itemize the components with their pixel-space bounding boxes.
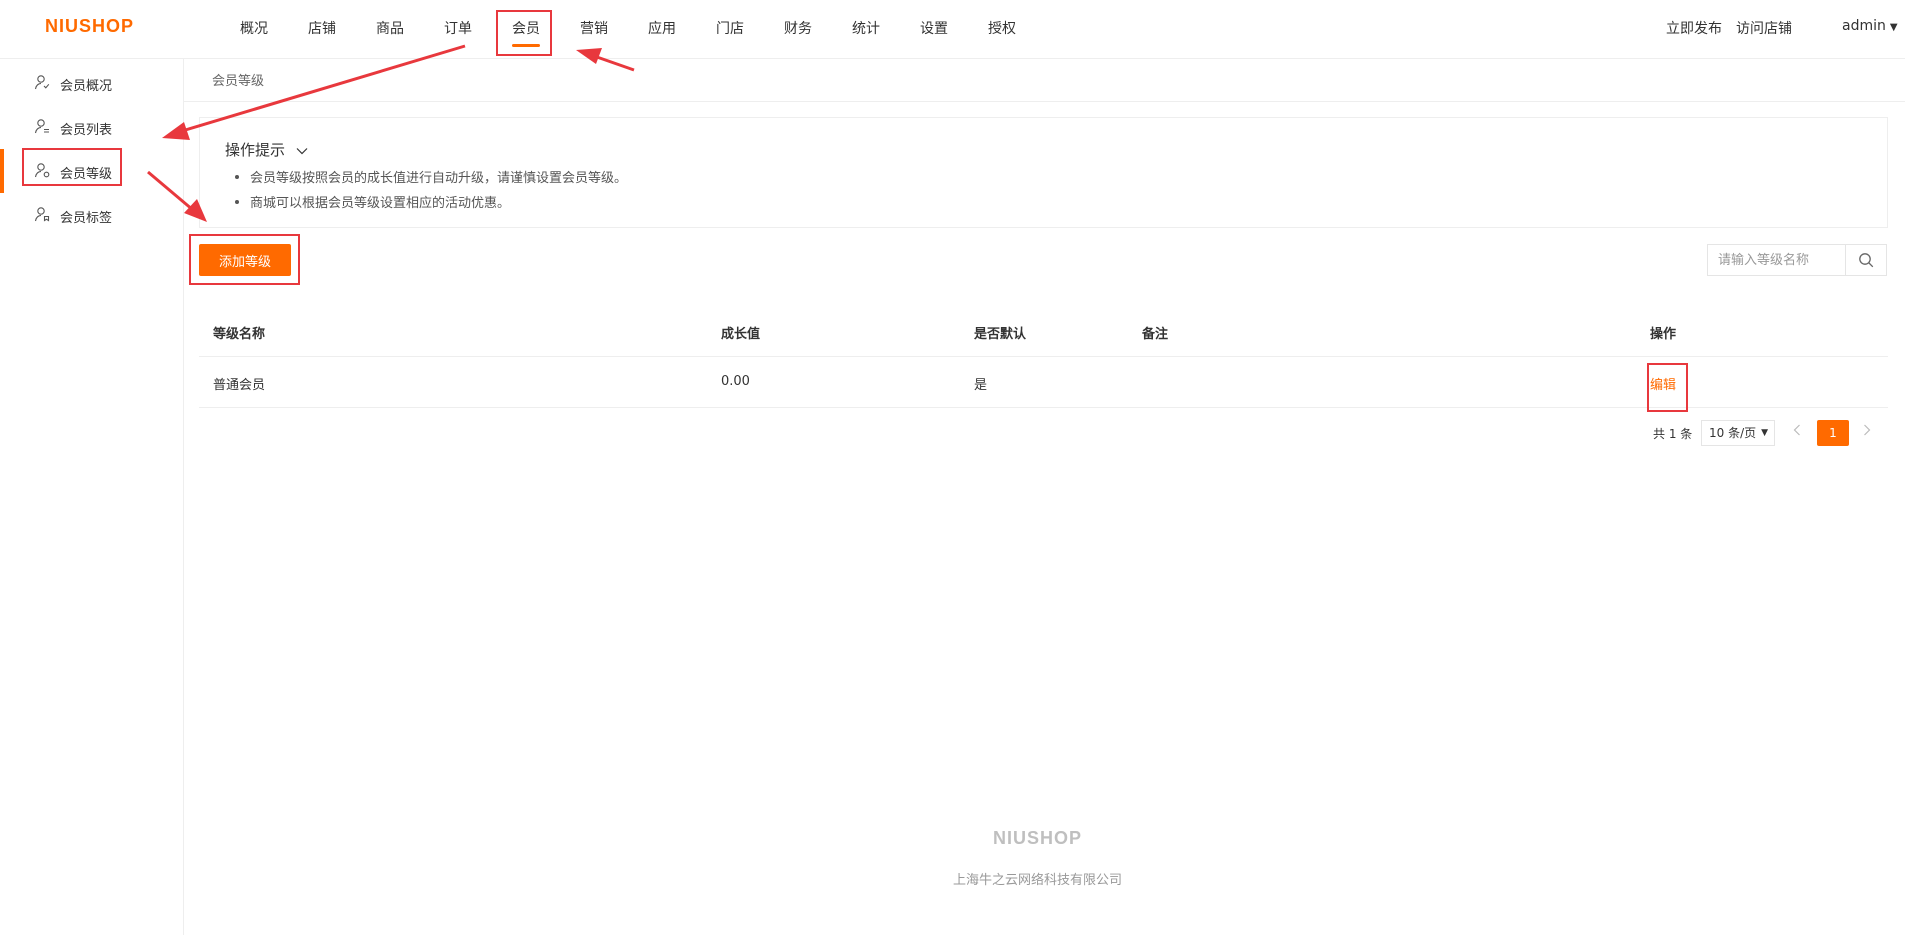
page-button-current[interactable]: 1 bbox=[1817, 420, 1849, 446]
bullet-icon bbox=[235, 200, 239, 204]
sidebar: 会员概况 会员列表 会员等级 会员标签 bbox=[0, 59, 184, 935]
annotation-box-member-level bbox=[22, 148, 122, 186]
footer-company-name: 上海牛之云网络科技有限公司 bbox=[953, 873, 1123, 888]
operation-tips-panel: 操作提示 会员等级按照会员的成长值进行自动升级，请谨慎设置会员等级。 商城可以根… bbox=[199, 117, 1888, 228]
nav-item-overview[interactable]: 概况 bbox=[240, 18, 268, 38]
cell-growth: 0.00 bbox=[721, 374, 750, 389]
level-name-search-input[interactable] bbox=[1708, 245, 1848, 275]
member-level-table: 等级名称 成长值 是否默认 备注 操作 普通会员 0.00 是 编辑 bbox=[199, 310, 1888, 408]
breadcrumb: 会员等级 bbox=[212, 74, 265, 89]
chevron-left-icon bbox=[1793, 424, 1800, 436]
sidebar-item-member-overview[interactable]: 会员概况 bbox=[0, 65, 183, 101]
column-header-level-name: 等级名称 bbox=[213, 327, 266, 342]
prev-page-button[interactable] bbox=[1793, 424, 1801, 440]
breadcrumb-bar: 会员等级 bbox=[184, 59, 1905, 102]
sidebar-item-label: 会员列表 bbox=[60, 123, 113, 138]
search-box bbox=[1707, 244, 1887, 276]
user-overview-icon bbox=[34, 75, 50, 90]
sidebar-active-indicator bbox=[0, 149, 4, 193]
caret-down-icon: ▼ bbox=[1761, 428, 1768, 438]
search-icon bbox=[1859, 253, 1874, 268]
page-size-value: 10 条/页 bbox=[1709, 426, 1757, 440]
sidebar-item-member-list[interactable]: 会员列表 bbox=[0, 109, 183, 145]
nav-item-goods[interactable]: 商品 bbox=[376, 18, 404, 38]
niushop-logo[interactable]: NIUSHOP bbox=[45, 16, 134, 37]
column-header-remark: 备注 bbox=[1142, 327, 1169, 342]
column-header-default: 是否默认 bbox=[974, 327, 1027, 342]
footer-logo: NIUSHOP bbox=[993, 828, 1083, 848]
nav-item-finance[interactable]: 财务 bbox=[784, 18, 812, 38]
nav-item-settings[interactable]: 设置 bbox=[920, 18, 948, 38]
visit-store-link[interactable]: 访问店铺 bbox=[1736, 18, 1792, 38]
caret-down-icon: ▼ bbox=[1889, 22, 1898, 33]
nav-item-orders[interactable]: 订单 bbox=[444, 18, 472, 38]
sidebar-item-label: 会员概况 bbox=[60, 79, 113, 94]
total-count: 共 1 条 bbox=[1653, 427, 1693, 441]
tips-title: 操作提示 bbox=[225, 141, 286, 159]
cell-level-name: 普通会员 bbox=[213, 378, 266, 393]
bullet-icon bbox=[235, 175, 239, 179]
annotation-box-edit bbox=[1647, 363, 1688, 412]
column-header-growth: 成长值 bbox=[721, 327, 761, 342]
nav-item-stores[interactable]: 门店 bbox=[716, 18, 744, 38]
tip-item: 会员等级按照会员的成长值进行自动升级，请谨慎设置会员等级。 bbox=[250, 171, 628, 186]
nav-item-shop[interactable]: 店铺 bbox=[308, 18, 336, 38]
next-page-button[interactable] bbox=[1863, 424, 1871, 440]
chevron-down-icon bbox=[296, 147, 308, 154]
user-list-icon bbox=[34, 119, 49, 134]
cell-default: 是 bbox=[974, 378, 988, 393]
annotation-box-add-level bbox=[189, 234, 300, 285]
user-tag-icon bbox=[34, 207, 50, 222]
top-bar: NIUSHOP 概况 店铺 商品 订单 会员 营销 应用 门店 财务 统计 设置… bbox=[0, 0, 1905, 59]
tip-item: 商城可以根据会员等级设置相应的活动优惠。 bbox=[250, 196, 511, 211]
nav-item-license[interactable]: 授权 bbox=[988, 18, 1016, 38]
page-size-select[interactable]: 10 条/页 ▼ bbox=[1701, 420, 1775, 446]
search-button[interactable] bbox=[1845, 245, 1886, 275]
table-row: 普通会员 0.00 是 编辑 bbox=[199, 357, 1888, 408]
nav-item-marketing[interactable]: 营销 bbox=[580, 18, 608, 38]
table-header: 等级名称 成长值 是否默认 备注 操作 bbox=[199, 310, 1888, 357]
column-header-action: 操作 bbox=[1650, 327, 1677, 342]
tips-toggle[interactable]: 操作提示 bbox=[225, 139, 308, 160]
annotation-box-members-nav bbox=[496, 10, 552, 56]
username: admin bbox=[1842, 18, 1886, 34]
user-menu[interactable]: admin ▼ bbox=[1842, 18, 1898, 34]
nav-item-apps[interactable]: 应用 bbox=[648, 18, 676, 38]
sidebar-item-member-tag[interactable]: 会员标签 bbox=[0, 197, 183, 233]
chevron-right-icon bbox=[1864, 424, 1871, 436]
nav-item-stats[interactable]: 统计 bbox=[852, 18, 880, 38]
publish-link[interactable]: 立即发布 bbox=[1666, 18, 1722, 38]
sidebar-item-label: 会员标签 bbox=[60, 211, 113, 226]
